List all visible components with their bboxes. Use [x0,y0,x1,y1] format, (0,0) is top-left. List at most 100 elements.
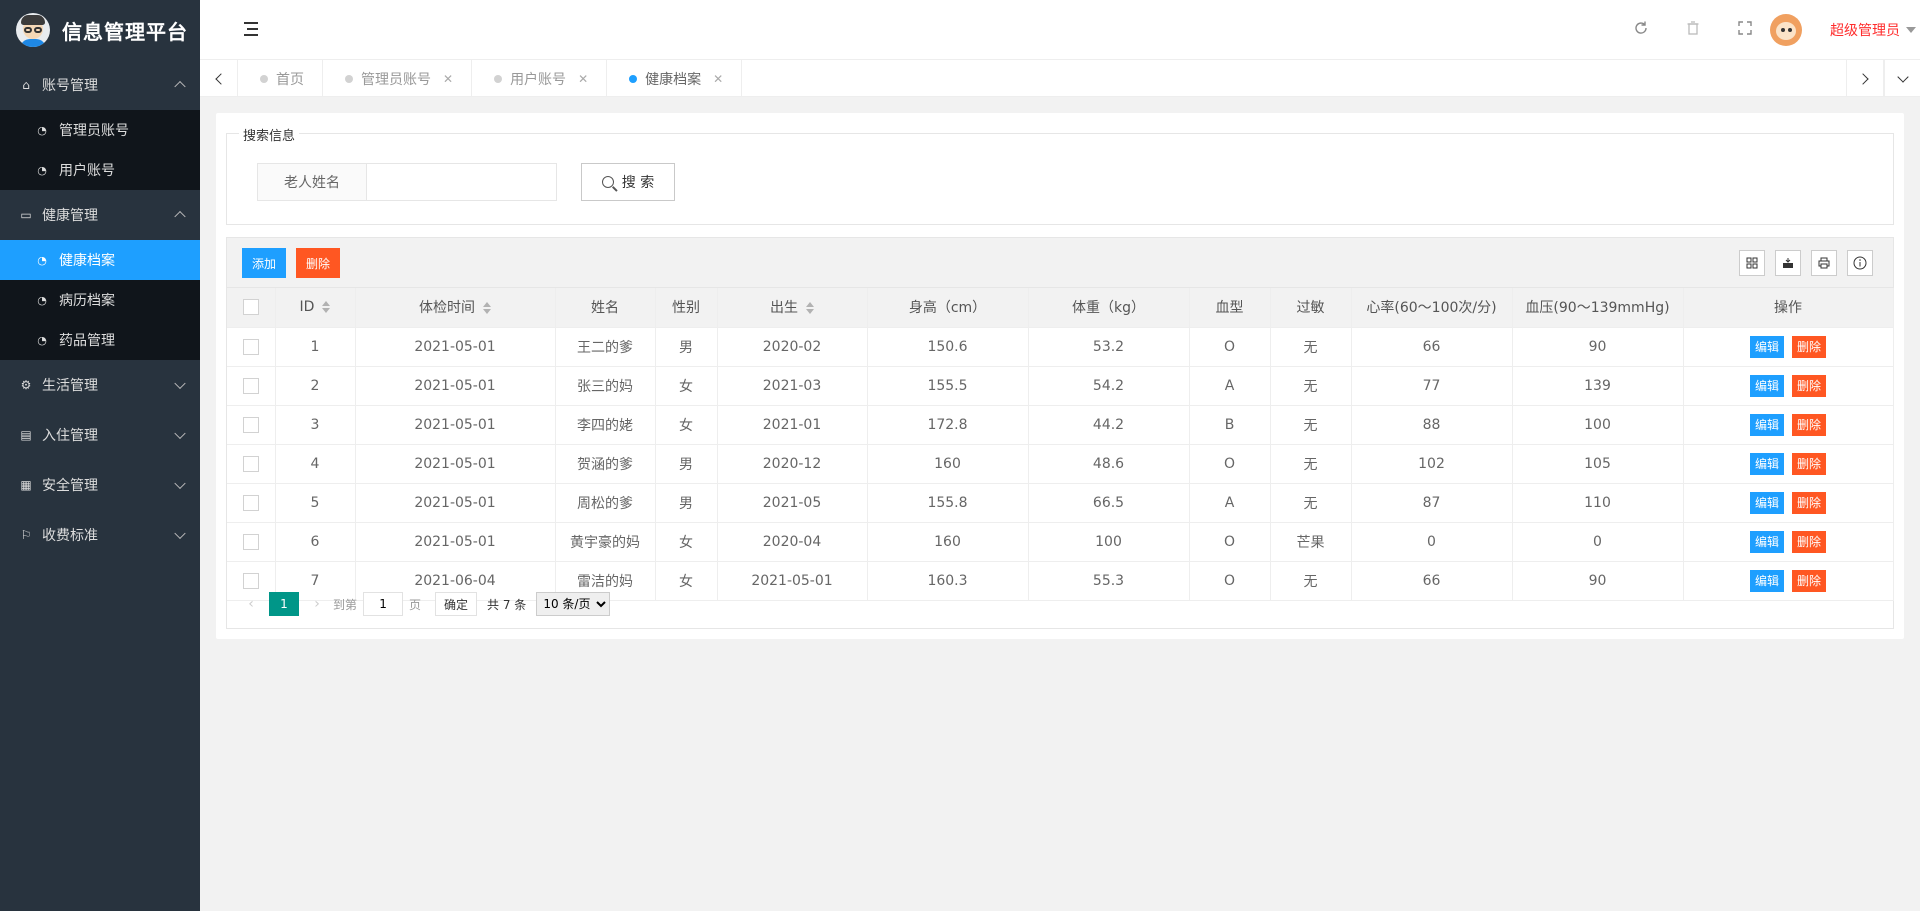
table-cell: 2021-05-01 [355,444,556,484]
tabs: 首页 管理员账号 ✕ 用户账号 ✕ 健康档案 ✕ [238,60,743,97]
edit-button[interactable]: 编辑 [1749,491,1784,514]
table-cell: 无 [1270,483,1352,523]
search-button[interactable]: 搜 索 [581,163,675,201]
sidebar-item-1-2[interactable]: ◔ 药品管理 [0,320,200,360]
column-header-0[interactable]: ID [275,288,356,328]
delete-button[interactable]: 删除 [1792,413,1827,436]
sidebar-group-2[interactable]: ⚙ 生活管理 [0,360,200,410]
sort-icon[interactable] [483,302,491,315]
table-cell: 2021-01 [717,405,868,445]
delete-button[interactable]: 删除 [1792,452,1827,475]
table-cell: 2021-05 [717,483,868,523]
batch-delete-button[interactable]: 删除 [296,248,340,278]
fullscreen-icon[interactable] [1736,20,1754,38]
next-page-button[interactable]: › [307,592,327,616]
table-cell: 160 [867,444,1029,484]
page-size-select[interactable]: 10 条/页 [536,592,611,616]
trash-icon[interactable] [1684,20,1702,38]
row-checkbox[interactable] [242,455,259,472]
refresh-icon[interactable] [1632,20,1650,38]
row-checkbox[interactable] [242,494,259,511]
table-cell: 王二的爹 [555,327,656,367]
menu-toggle-icon[interactable] [244,22,260,36]
sidebar-group-3[interactable]: ▤ 入住管理 [0,410,200,460]
name-search-input[interactable] [367,163,557,201]
table-cell: 无 [1270,405,1352,445]
sidebar-item-1-0[interactable]: ◔ 健康档案 [0,240,200,280]
goto-confirm-button[interactable]: 确定 [435,592,478,616]
table-cell: O [1189,444,1271,484]
admin-name[interactable]: 超级管理员 [1830,20,1900,40]
delete-button[interactable]: 删除 [1792,491,1827,514]
column-header-label: 体检时间 [419,300,475,317]
dashboard-icon: ◔ [37,293,47,307]
row-checkbox[interactable] [242,416,259,433]
table-cell: 无 [1270,327,1352,367]
column-header-label: 血压(90～139mmHg) [1525,300,1670,317]
table-cell: 100 [1028,522,1190,562]
select-all-checkbox[interactable] [242,299,259,316]
sidebar-group-4[interactable]: ▦ 安全管理 [0,460,200,510]
export-icon[interactable] [1775,250,1801,276]
table-cell: 无 [1270,366,1352,406]
tab-3[interactable]: 健康档案 ✕ [607,60,743,97]
tab-2[interactable]: 用户账号 ✕ [472,60,608,97]
sidebar-item-1-1[interactable]: ◔ 病历档案 [0,280,200,320]
delete-button[interactable]: 删除 [1792,374,1827,397]
caret-down-icon[interactable] [1906,27,1916,33]
column-header-4[interactable]: 出生 [717,288,868,328]
chevron-down-icon [174,427,186,440]
column-header-label: ID [299,299,315,316]
tab-label: 首页 [276,71,304,88]
prev-page-button[interactable]: ‹ [241,592,261,616]
edit-button[interactable]: 编辑 [1749,335,1784,358]
tabs-scroll-left-button[interactable] [200,60,238,97]
select-all-cell [227,288,276,328]
tab-1[interactable]: 管理员账号 ✕ [323,60,473,97]
sidebar-item-label: 病历档案 [59,293,115,309]
user-avatar[interactable] [1770,14,1802,46]
sidebar-group-5[interactable]: ⚐ 收费标准 [0,510,200,560]
table-cell: 2020-04 [717,522,868,562]
tabs-scroll-right-button[interactable] [1846,60,1884,97]
print-icon[interactable] [1811,250,1837,276]
info-icon[interactable] [1847,250,1873,276]
table-cell: 66 [1351,327,1513,367]
edit-button[interactable]: 编辑 [1749,530,1784,553]
sidebar-group-0[interactable]: ⌂ 账号管理 [0,60,200,110]
current-page[interactable]: 1 [269,592,299,616]
row-checkbox[interactable] [242,533,259,550]
table-cell: 男 [655,327,718,367]
columns-icon[interactable] [1739,250,1765,276]
sidebar-group-1[interactable]: ▭ 健康管理 [0,190,200,240]
row-select-cell [227,405,276,445]
row-actions-cell: 编辑 删除 [1683,522,1894,562]
delete-button[interactable]: 删除 [1792,530,1827,553]
row-actions-cell: 编辑 删除 [1683,483,1894,523]
add-button[interactable]: 添加 [242,248,286,278]
close-icon[interactable]: ✕ [713,72,723,86]
row-checkbox[interactable] [242,338,259,355]
close-icon[interactable]: ✕ [578,72,588,86]
sort-icon[interactable] [806,302,814,315]
app-title: 信息管理平台 [62,19,188,44]
edit-button[interactable]: 编辑 [1749,452,1784,475]
tab-0[interactable]: 首页 [238,60,323,97]
logo[interactable]: 信息管理平台 [0,0,200,60]
close-icon[interactable]: ✕ [443,72,453,86]
edit-button[interactable]: 编辑 [1749,374,1784,397]
table-cell: 女 [655,366,718,406]
column-header-1[interactable]: 体检时间 [355,288,556,328]
row-checkbox[interactable] [242,377,259,394]
sidebar-item-0-0[interactable]: ◔ 管理员账号 [0,110,200,150]
delete-button[interactable]: 删除 [1792,335,1827,358]
table-cell: 5 [275,483,356,523]
search-icon [601,176,614,188]
table-cell: 2021-05-01 [355,405,556,445]
edit-button[interactable]: 编辑 [1749,413,1784,436]
table-cell: 芒果 [1270,522,1352,562]
sidebar-item-0-1[interactable]: ◔ 用户账号 [0,150,200,190]
sort-icon[interactable] [322,301,331,314]
goto-page-input[interactable] [363,592,404,616]
tabs-menu-button[interactable] [1884,60,1920,97]
